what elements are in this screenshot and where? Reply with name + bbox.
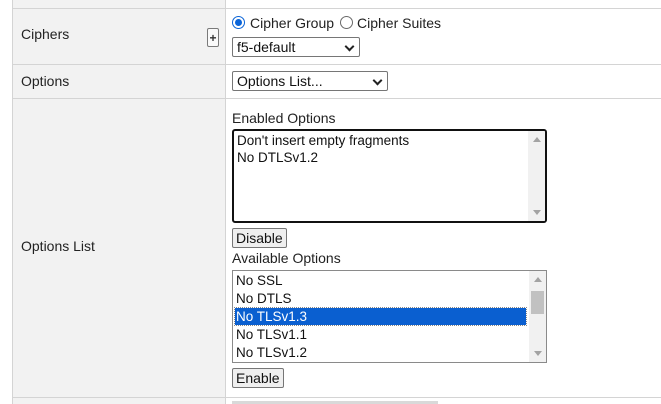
list-item-selected[interactable]: No TLSv1.3: [234, 307, 527, 326]
cipher-suites-radio[interactable]: [340, 16, 353, 29]
cipher-group-select-value: f5-default: [237, 39, 296, 55]
disable-button[interactable]: Disable: [232, 228, 287, 248]
cipher-group-radio[interactable]: [232, 16, 245, 29]
scroll-up-arrow-icon[interactable]: [533, 137, 541, 142]
options-list-label: Options List: [21, 238, 95, 254]
available-options-scrollbar[interactable]: [529, 271, 546, 362]
add-cipher-button[interactable]: +: [207, 28, 219, 47]
options-select-value: Options List...: [237, 73, 323, 89]
list-item[interactable]: No DTLSv1.2: [236, 149, 525, 166]
available-options-heading: Available Options: [232, 250, 341, 266]
row-divider: [13, 98, 661, 99]
scroll-up-arrow-icon[interactable]: [534, 277, 542, 282]
list-item[interactable]: No TLSv1.2: [235, 344, 526, 361]
row-divider: [13, 8, 661, 9]
label-column: [13, 0, 226, 404]
options-label: Options: [21, 73, 70, 89]
cipher-group-radio-label: Cipher Group: [250, 15, 335, 31]
list-item[interactable]: No TLSv1.1: [235, 326, 526, 343]
list-item[interactable]: Don't insert empty fragments: [236, 132, 525, 149]
left-gutter: [0, 0, 13, 404]
enabled-options-scrollbar[interactable]: [528, 131, 545, 221]
options-select[interactable]: Options List...: [232, 71, 388, 91]
chevron-down-icon: [344, 41, 355, 52]
enable-button[interactable]: Enable: [232, 368, 284, 388]
cipher-group-select[interactable]: f5-default: [232, 37, 360, 57]
cipher-suites-radio-label: Cipher Suites: [357, 15, 442, 31]
enabled-options-heading: Enabled Options: [232, 110, 336, 126]
list-item[interactable]: No SSL: [235, 272, 526, 289]
row-divider: [13, 64, 661, 65]
chevron-down-icon: [372, 75, 383, 86]
ciphers-label: Ciphers: [21, 26, 70, 42]
list-item[interactable]: No DTLS: [235, 290, 526, 307]
enabled-options-listbox[interactable]: Don't insert empty fragments No DTLSv1.2: [232, 129, 547, 223]
scroll-down-arrow-icon[interactable]: [533, 210, 541, 215]
row-divider: [13, 397, 661, 398]
scroll-down-arrow-icon[interactable]: [534, 351, 542, 356]
scrollbar-thumb[interactable]: [531, 291, 544, 314]
available-options-listbox[interactable]: No SSL No DTLS No TLSv1.3 No TLSv1.1 No …: [232, 270, 547, 363]
